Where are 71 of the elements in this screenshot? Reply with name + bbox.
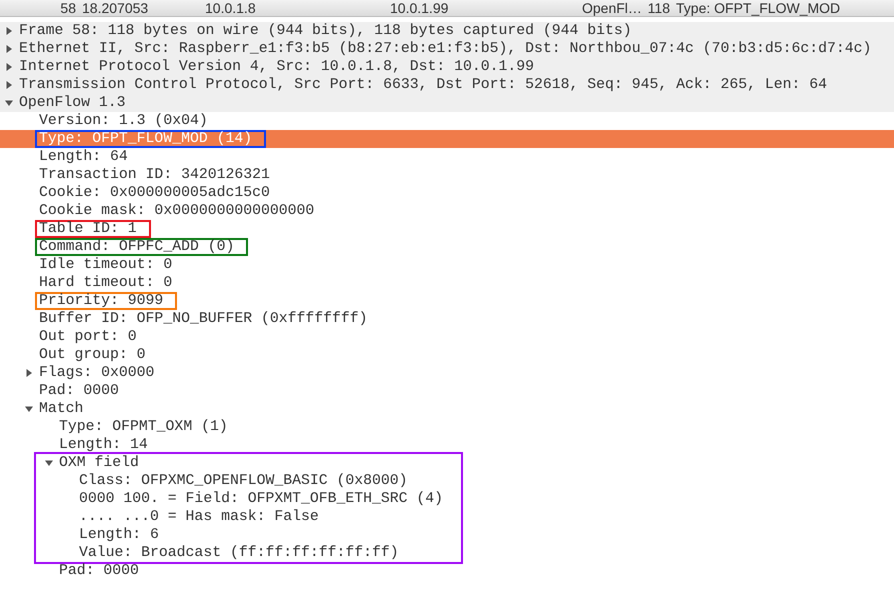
field-text: .... ...0 = Has mask: False bbox=[79, 508, 319, 526]
packet-cell-text: 10.0.1.8 bbox=[205, 0, 257, 16]
field-text: Command: OFPFC_ADD (0) bbox=[35, 238, 248, 256]
field-text: Length: 6 bbox=[79, 526, 159, 544]
packet-cell-text: 18.207053 bbox=[82, 0, 150, 16]
field-text: Flags: 0x0000 bbox=[39, 364, 154, 382]
tree-row[interactable]: Table ID: 1 bbox=[0, 220, 894, 238]
field-text: Type: OFPT_FLOW_MOD (14) bbox=[35, 130, 266, 148]
packet-cell-text: 58 bbox=[59, 0, 76, 16]
tree-row[interactable]: Out port: 0 bbox=[0, 328, 894, 346]
field-text: OXM field bbox=[59, 454, 139, 472]
expanded-arrow-icon[interactable] bbox=[25, 405, 33, 413]
field-text: Version: 1.3 (0x04) bbox=[39, 112, 208, 130]
tree-row[interactable]: Length: 14 bbox=[0, 436, 894, 454]
collapsed-arrow-icon[interactable] bbox=[25, 369, 33, 377]
tree-row[interactable]: Out group: 0 bbox=[0, 346, 894, 364]
tree-row[interactable]: Pad: 0000 bbox=[0, 562, 894, 580]
tree-row[interactable]: Cookie mask: 0x0000000000000000 bbox=[0, 202, 894, 220]
field-text: Cookie mask: 0x0000000000000000 bbox=[39, 202, 314, 220]
tree-row[interactable]: Idle timeout: 0 bbox=[0, 256, 894, 274]
collapsed-arrow-icon[interactable] bbox=[5, 27, 13, 35]
tree-row[interactable]: Command: OFPFC_ADD (0) bbox=[0, 238, 894, 256]
tree-row[interactable]: Buffer ID: OFP_NO_BUFFER (0xffffffff) bbox=[0, 310, 894, 328]
tree-row[interactable]: Type: OFPMT_OXM (1) bbox=[0, 418, 894, 436]
tree-row[interactable]: Match bbox=[0, 400, 894, 418]
field-text: Internet Protocol Version 4, Src: 10.0.1.8, Dst: 10.0.1.99 bbox=[19, 58, 534, 76]
packet-row[interactable]: 58 18.207053 10.0.1.8 10.0.1.99 OpenFl… 118 Type: OFPT_FLOW_MOD bbox=[0, 0, 894, 17]
tree-row[interactable]: Priority: 9099 bbox=[0, 292, 894, 310]
field-text: Length: 14 bbox=[59, 436, 148, 454]
field-text: Pad: 0000 bbox=[59, 562, 139, 580]
field-text: Type: OFPMT_OXM (1) bbox=[59, 418, 228, 436]
tree-row[interactable]: Value: Broadcast (ff:ff:ff:ff:ff:ff) bbox=[36, 544, 444, 562]
field-text: Hard timeout: 0 bbox=[39, 274, 172, 292]
tree-row[interactable]: Length: 6 bbox=[36, 526, 444, 544]
field-text: Priority: 9099 bbox=[35, 292, 178, 310]
tree-row[interactable]: Internet Protocol Version 4, Src: 10.0.1.8, Dst: 10.0.1.99 bbox=[0, 58, 894, 76]
field-text: Idle timeout: 0 bbox=[39, 256, 172, 274]
field-text: Out port: 0 bbox=[39, 328, 137, 346]
field-text: Table ID: 1 bbox=[35, 220, 151, 238]
field-text: OpenFlow 1.3 bbox=[19, 94, 126, 112]
packet-cell: OpenFl… bbox=[582, 0, 640, 16]
tree-row[interactable]: Flags: 0x0000 bbox=[0, 364, 894, 382]
field-text: Class: OFPXMC_OPENFLOW_BASIC (0x8000) bbox=[79, 472, 408, 490]
field-text: Match bbox=[39, 400, 84, 418]
tree-row[interactable]: Cookie: 0x000000005adc15c0 bbox=[0, 184, 894, 202]
field-text: Buffer ID: OFP_NO_BUFFER (0xffffffff) bbox=[39, 310, 368, 328]
tree-row[interactable]: OpenFlow 1.3 bbox=[0, 94, 894, 112]
collapsed-arrow-icon[interactable] bbox=[5, 63, 13, 71]
expanded-arrow-icon[interactable] bbox=[5, 99, 13, 107]
field-text: Length: 64 bbox=[39, 148, 128, 166]
field-text: Out group: 0 bbox=[39, 346, 146, 364]
packet-cell-text: 118 bbox=[646, 0, 670, 16]
tree-row[interactable]: Length: 64 bbox=[0, 148, 894, 166]
tree-row[interactable]: Version: 1.3 (0x04) bbox=[0, 112, 894, 130]
tree-row[interactable]: OXM field bbox=[36, 454, 444, 472]
tree-row[interactable]: Frame 58: 118 bytes on wire (944 bits), 118 bytes captured (944 bits) bbox=[0, 22, 894, 40]
expanded-arrow-icon[interactable] bbox=[45, 459, 53, 467]
field-text: Pad: 0000 bbox=[39, 382, 119, 400]
collapsed-arrow-icon[interactable] bbox=[5, 45, 13, 53]
packet-cell-text: 10.0.1.99 bbox=[390, 0, 450, 16]
tree-row[interactable]: Hard timeout: 0 bbox=[0, 274, 894, 292]
tree-row[interactable]: Class: OFPXMC_OPENFLOW_BASIC (0x8000) bbox=[36, 472, 444, 490]
field-text: Frame 58: 118 bytes on wire (944 bits), 118 bytes captured (944 bits) bbox=[19, 22, 632, 40]
collapsed-arrow-icon[interactable] bbox=[5, 81, 13, 89]
tree-row[interactable]: Transaction ID: 3420126321 bbox=[0, 166, 894, 184]
packet-cell-text: Type: OFPT_FLOW_MOD bbox=[676, 0, 842, 16]
tree-row[interactable]: Pad: 0000 bbox=[0, 382, 894, 400]
field-text: Value: Broadcast (ff:ff:ff:ff:ff:ff) bbox=[79, 544, 399, 562]
field-text: Cookie: 0x000000005adc15c0 bbox=[39, 184, 270, 202]
field-text: Transaction ID: 3420126321 bbox=[39, 166, 270, 184]
tree-row[interactable]: .... ...0 = Has mask: False bbox=[36, 508, 444, 526]
